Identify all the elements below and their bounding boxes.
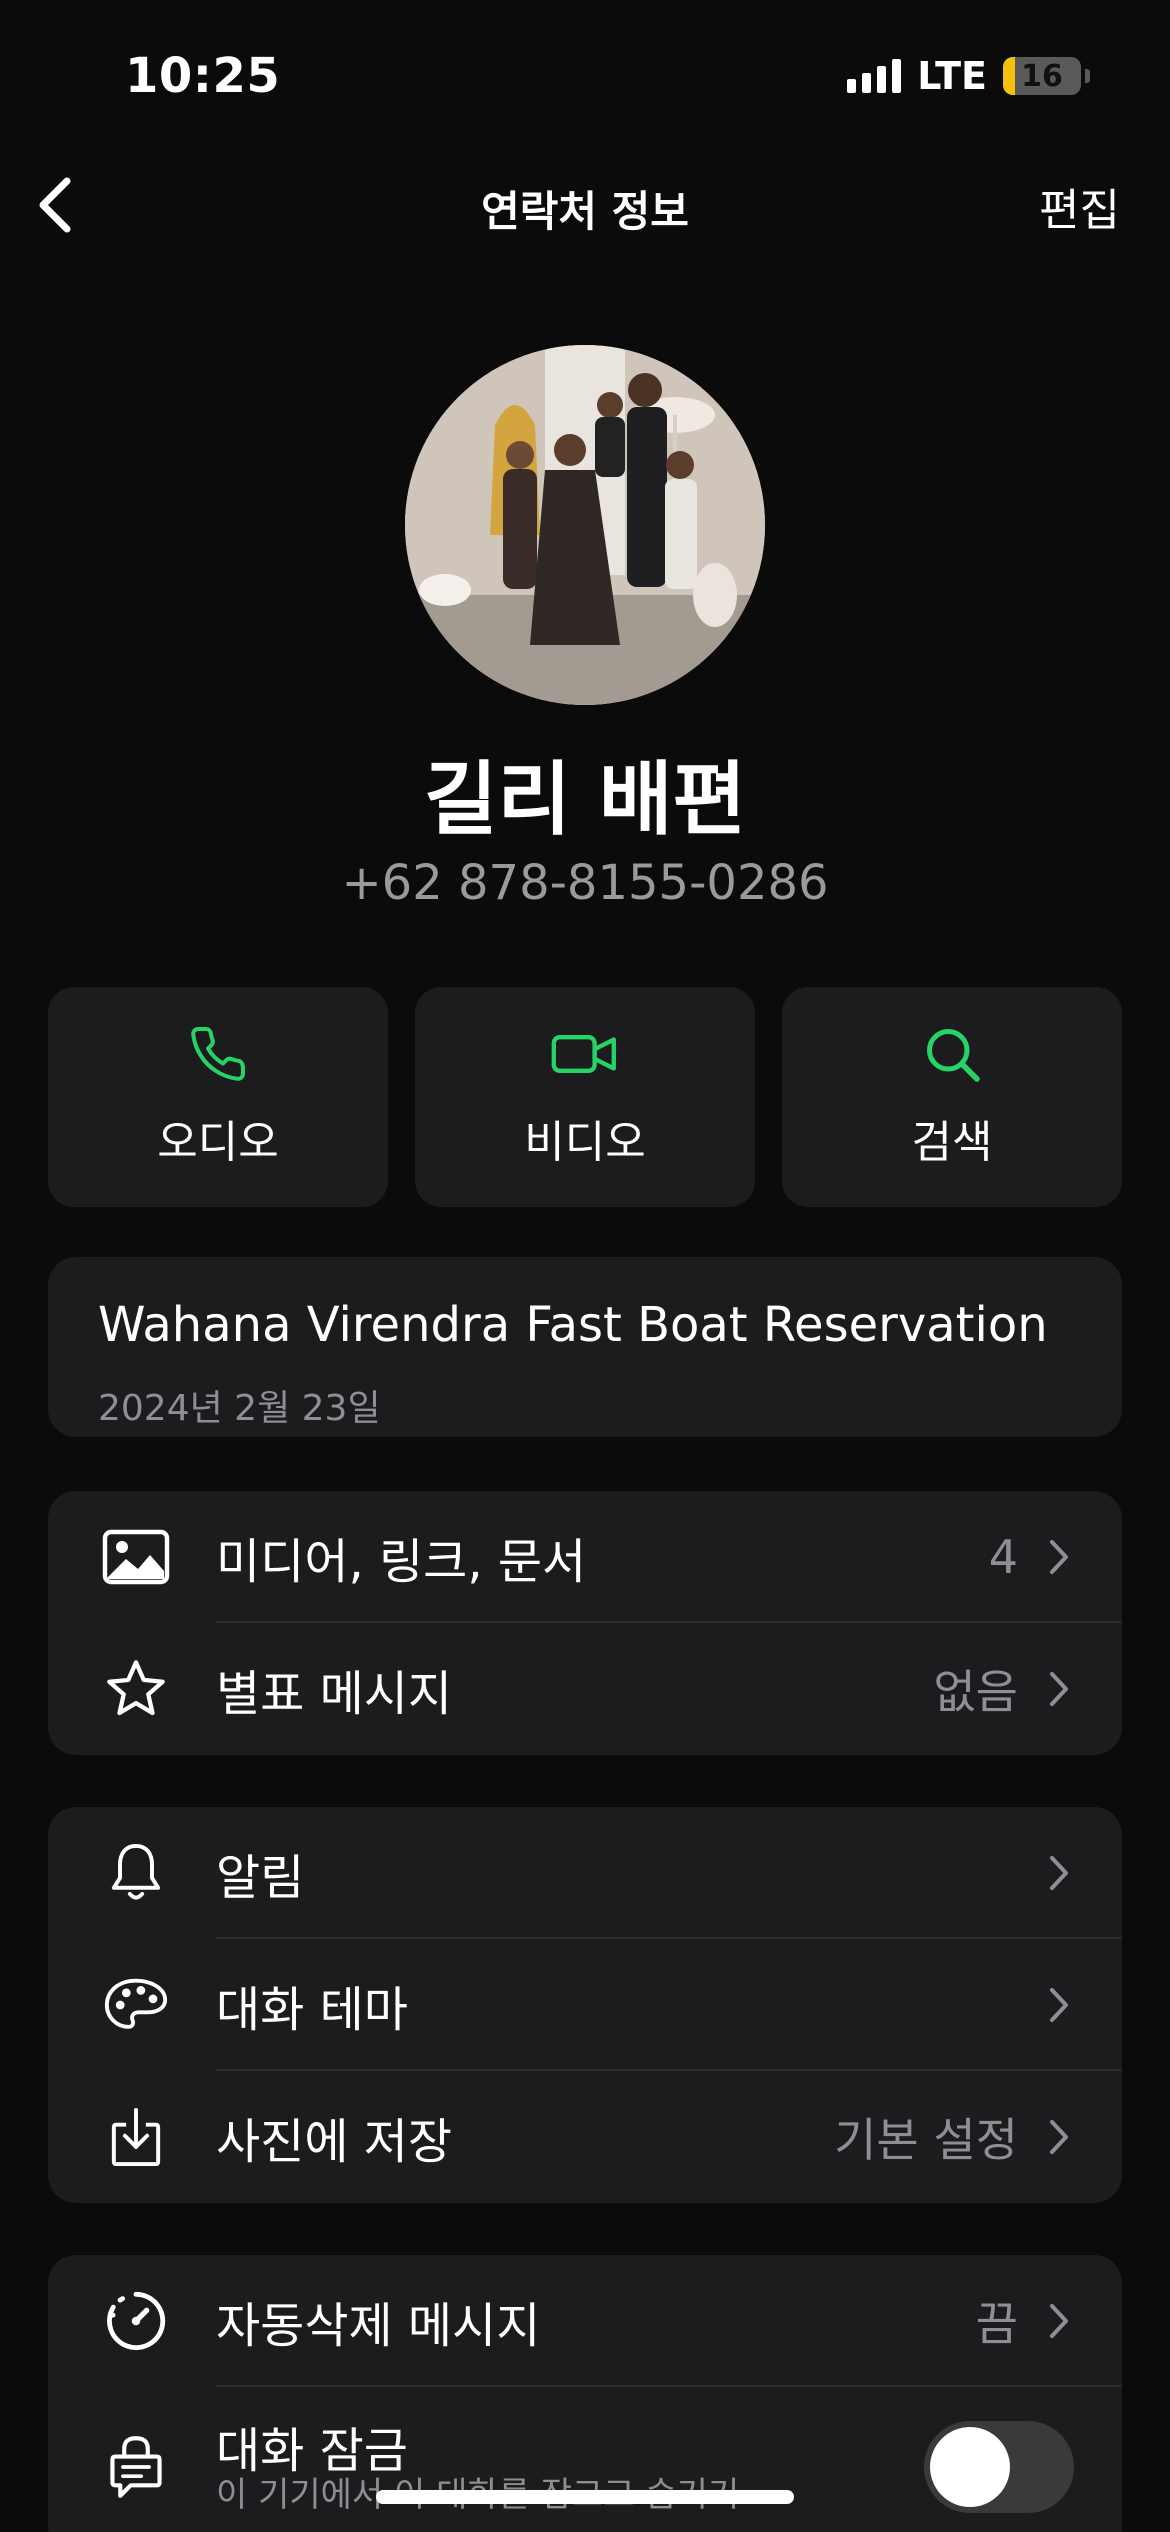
contact-name: 길리 배편 (423, 753, 747, 846)
save-to-photos-icon (98, 2099, 174, 2175)
search-icon (927, 1029, 980, 1082)
contact-phone: +62 878-8155-0286 (341, 855, 829, 911)
media-starred-section: 미디어, 링크, 문서 4 별표 메시지 없음 (48, 1491, 1122, 1755)
about-text: Wahana Virendra Fast Boat Reservation (98, 1297, 1048, 1353)
chevron-right-icon (1044, 1851, 1074, 1895)
chat-theme-label: 대화 테마 (216, 1982, 408, 2038)
home-indicator[interactable] (376, 2490, 794, 2504)
chevron-left-icon (39, 177, 71, 233)
network-type: LTE (917, 54, 987, 98)
media-count: 4 (988, 1530, 1018, 1584)
chat-lock-icon (98, 2429, 174, 2505)
search-button[interactable]: 검색 (782, 987, 1122, 1207)
chat-lock-row[interactable]: 대화 잠금 이 기기에서 이 대화를 잠그고 숨기기 (48, 2387, 1122, 2532)
video-call-label: 비디오 (524, 1117, 646, 1168)
chevron-right-icon (1044, 1667, 1074, 1711)
starred-messages-label: 별표 메시지 (216, 1666, 453, 1722)
chat-theme-row[interactable]: 대화 테마 (48, 1939, 1122, 2071)
save-to-photos-value: 기본 설정 (834, 2113, 1018, 2167)
chevron-right-icon (1044, 1983, 1074, 2027)
palette-icon (98, 1967, 174, 2043)
timer-icon (98, 2283, 174, 2359)
disappearing-messages-value: 끔 (975, 2297, 1018, 2351)
disappearing-messages-row[interactable]: 자동삭제 메시지 끔 (48, 2255, 1122, 2387)
audio-call-button[interactable]: 오디오 (48, 987, 388, 1207)
about-date: 2024년 2월 23일 (98, 1388, 381, 1429)
toggle-knob (930, 2427, 1010, 2507)
battery-cap (1085, 69, 1090, 83)
page-title: 연락처 정보 (481, 187, 689, 236)
chevron-right-icon (1044, 2115, 1074, 2159)
phone-icon (191, 1026, 246, 1081)
status-time: 10:25 (125, 48, 281, 104)
starred-messages-value: 없음 (933, 1665, 1018, 1719)
battery-level: 16 (1021, 58, 1063, 94)
video-camera-icon (551, 1035, 616, 1073)
chevron-right-icon (1044, 1535, 1074, 1579)
notifications-label: 알림 (216, 1850, 305, 1906)
avatar[interactable] (405, 345, 765, 705)
media-links-docs-row[interactable]: 미디어, 링크, 문서 4 (48, 1491, 1122, 1623)
audio-call-label: 오디오 (157, 1117, 279, 1168)
media-links-docs-label: 미디어, 링크, 문서 (216, 1534, 587, 1590)
about-card[interactable]: Wahana Virendra Fast Boat Reservation 20… (48, 1257, 1122, 1437)
disappearing-messages-label: 자동삭제 메시지 (216, 2298, 541, 2354)
battery-icon: 16 (1003, 57, 1081, 95)
save-to-photos-label: 사진에 저장 (216, 2114, 453, 2170)
chat-lock-toggle[interactable] (924, 2421, 1074, 2513)
settings-section: 알림 대화 테마 사진에 저장 기본 설정 (48, 1807, 1122, 2203)
notifications-row[interactable]: 알림 (48, 1807, 1122, 1939)
signal-strength-icon (847, 59, 902, 93)
edit-button[interactable]: 편집 (1039, 174, 1120, 238)
bell-icon (98, 1835, 174, 1911)
save-to-photos-row[interactable]: 사진에 저장 기본 설정 (48, 2071, 1122, 2203)
star-icon (98, 1651, 174, 1727)
battery-fill (1003, 57, 1016, 95)
status-indicators: LTE 16 (847, 54, 1090, 98)
contact-info-screen: 10:25 LTE 16 연락처 정보 편집 길리 배편 +62 878-815… (0, 0, 1170, 2532)
image-icon (98, 1519, 174, 1595)
chevron-right-icon (1044, 2299, 1074, 2343)
avatar-photo (405, 345, 765, 705)
back-button[interactable] (20, 170, 90, 240)
video-call-button[interactable]: 비디오 (415, 987, 755, 1207)
search-label: 검색 (911, 1117, 993, 1168)
starred-messages-row[interactable]: 별표 메시지 없음 (48, 1623, 1122, 1755)
